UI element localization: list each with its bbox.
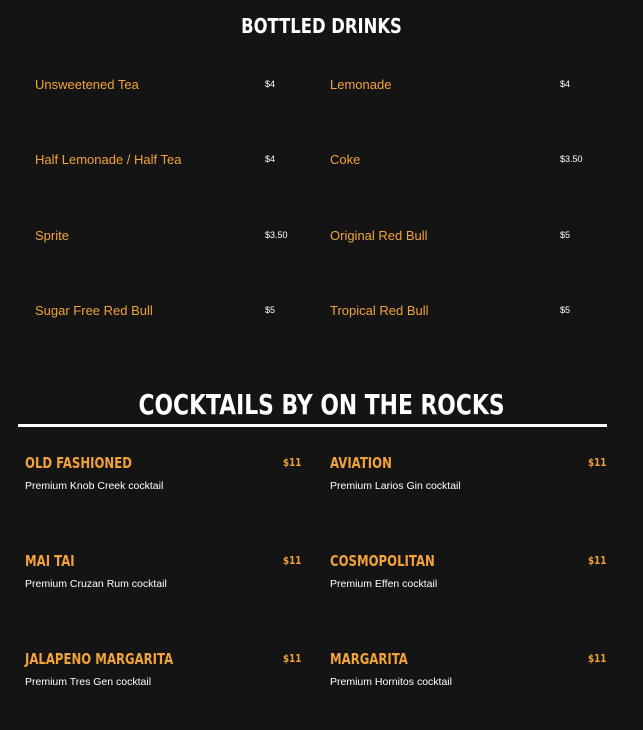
cocktail-description: Premium Knob Creek cocktail xyxy=(25,480,164,492)
section-divider xyxy=(18,424,607,427)
drink-item[interactable]: Lemonade $4 xyxy=(330,77,610,97)
drink-name: Tropical Red Bull xyxy=(330,303,429,318)
cocktail-item[interactable]: MAI TAI $11 Premium Cruzan Rum cocktail xyxy=(25,552,305,592)
cocktail-name: MARGARITA xyxy=(330,650,408,668)
cocktail-item[interactable]: OLD FASHIONED $11 Premium Knob Creek coc… xyxy=(25,454,305,494)
drink-name: Coke xyxy=(330,152,361,167)
drink-name: Original Red Bull xyxy=(330,228,428,243)
drink-price: $5 xyxy=(560,230,571,240)
cocktail-name: MAI TAI xyxy=(25,552,75,570)
drink-item[interactable]: Original Red Bull $5 xyxy=(330,228,610,248)
drink-item[interactable]: Tropical Red Bull $5 xyxy=(330,303,610,323)
cocktail-price: $11 xyxy=(588,554,607,567)
drink-name: Unsweetened Tea xyxy=(35,77,139,92)
drink-name: Sugar Free Red Bull xyxy=(35,303,153,318)
drink-price: $5 xyxy=(560,305,571,315)
cocktail-price: $11 xyxy=(588,652,607,665)
cocktail-name: JALAPENO MARGARITA xyxy=(25,650,174,668)
drink-price: $5 xyxy=(265,305,276,315)
drink-item[interactable]: Sprite $3.50 xyxy=(35,228,315,248)
drink-price: $3.50 xyxy=(560,154,583,164)
cocktail-item[interactable]: JALAPENO MARGARITA $11 Premium Tres Gen … xyxy=(25,650,305,690)
cocktail-item[interactable]: MARGARITA $11 Premium Hornitos cocktail xyxy=(330,650,610,690)
cocktail-description: Premium Cruzan Rum cocktail xyxy=(25,578,167,590)
cocktail-item[interactable]: COSMOPOLITAN $11 Premium Effen cocktail xyxy=(330,552,610,592)
cocktails-heading: COCKTAILS BY ON THE ROCKS xyxy=(138,388,505,421)
cocktail-name: COSMOPOLITAN xyxy=(330,552,435,570)
cocktail-description: Premium Tres Gen cocktail xyxy=(25,676,152,688)
drink-price: $4 xyxy=(265,79,276,89)
cocktail-name: OLD FASHIONED xyxy=(25,454,132,472)
drink-item[interactable]: Unsweetened Tea $4 xyxy=(35,77,315,97)
cocktail-description: Premium Hornitos cocktail xyxy=(330,676,452,688)
cocktail-price: $11 xyxy=(283,456,302,469)
drink-price: $4 xyxy=(560,79,571,89)
drink-name: Sprite xyxy=(35,228,69,243)
cocktail-name: AVIATION xyxy=(330,454,392,472)
cocktail-price: $11 xyxy=(283,554,302,567)
drink-name: Lemonade xyxy=(330,77,392,92)
bottled-drinks-heading: BOTTLED DRINKS xyxy=(241,14,402,38)
cocktail-price: $11 xyxy=(283,652,302,665)
drink-price: $3.50 xyxy=(265,230,288,240)
cocktail-item[interactable]: AVIATION $11 Premium Larios Gin cocktail xyxy=(330,454,610,494)
cocktail-description: Premium Larios Gin cocktail xyxy=(330,480,461,492)
drink-name: Half Lemonade / Half Tea xyxy=(35,152,182,167)
drink-item[interactable]: Coke $3.50 xyxy=(330,152,610,172)
drink-price: $4 xyxy=(265,154,276,164)
cocktail-price: $11 xyxy=(588,456,607,469)
drink-item[interactable]: Sugar Free Red Bull $5 xyxy=(35,303,315,323)
cocktail-description: Premium Effen cocktail xyxy=(330,578,438,590)
drink-item[interactable]: Half Lemonade / Half Tea $4 xyxy=(35,152,315,172)
